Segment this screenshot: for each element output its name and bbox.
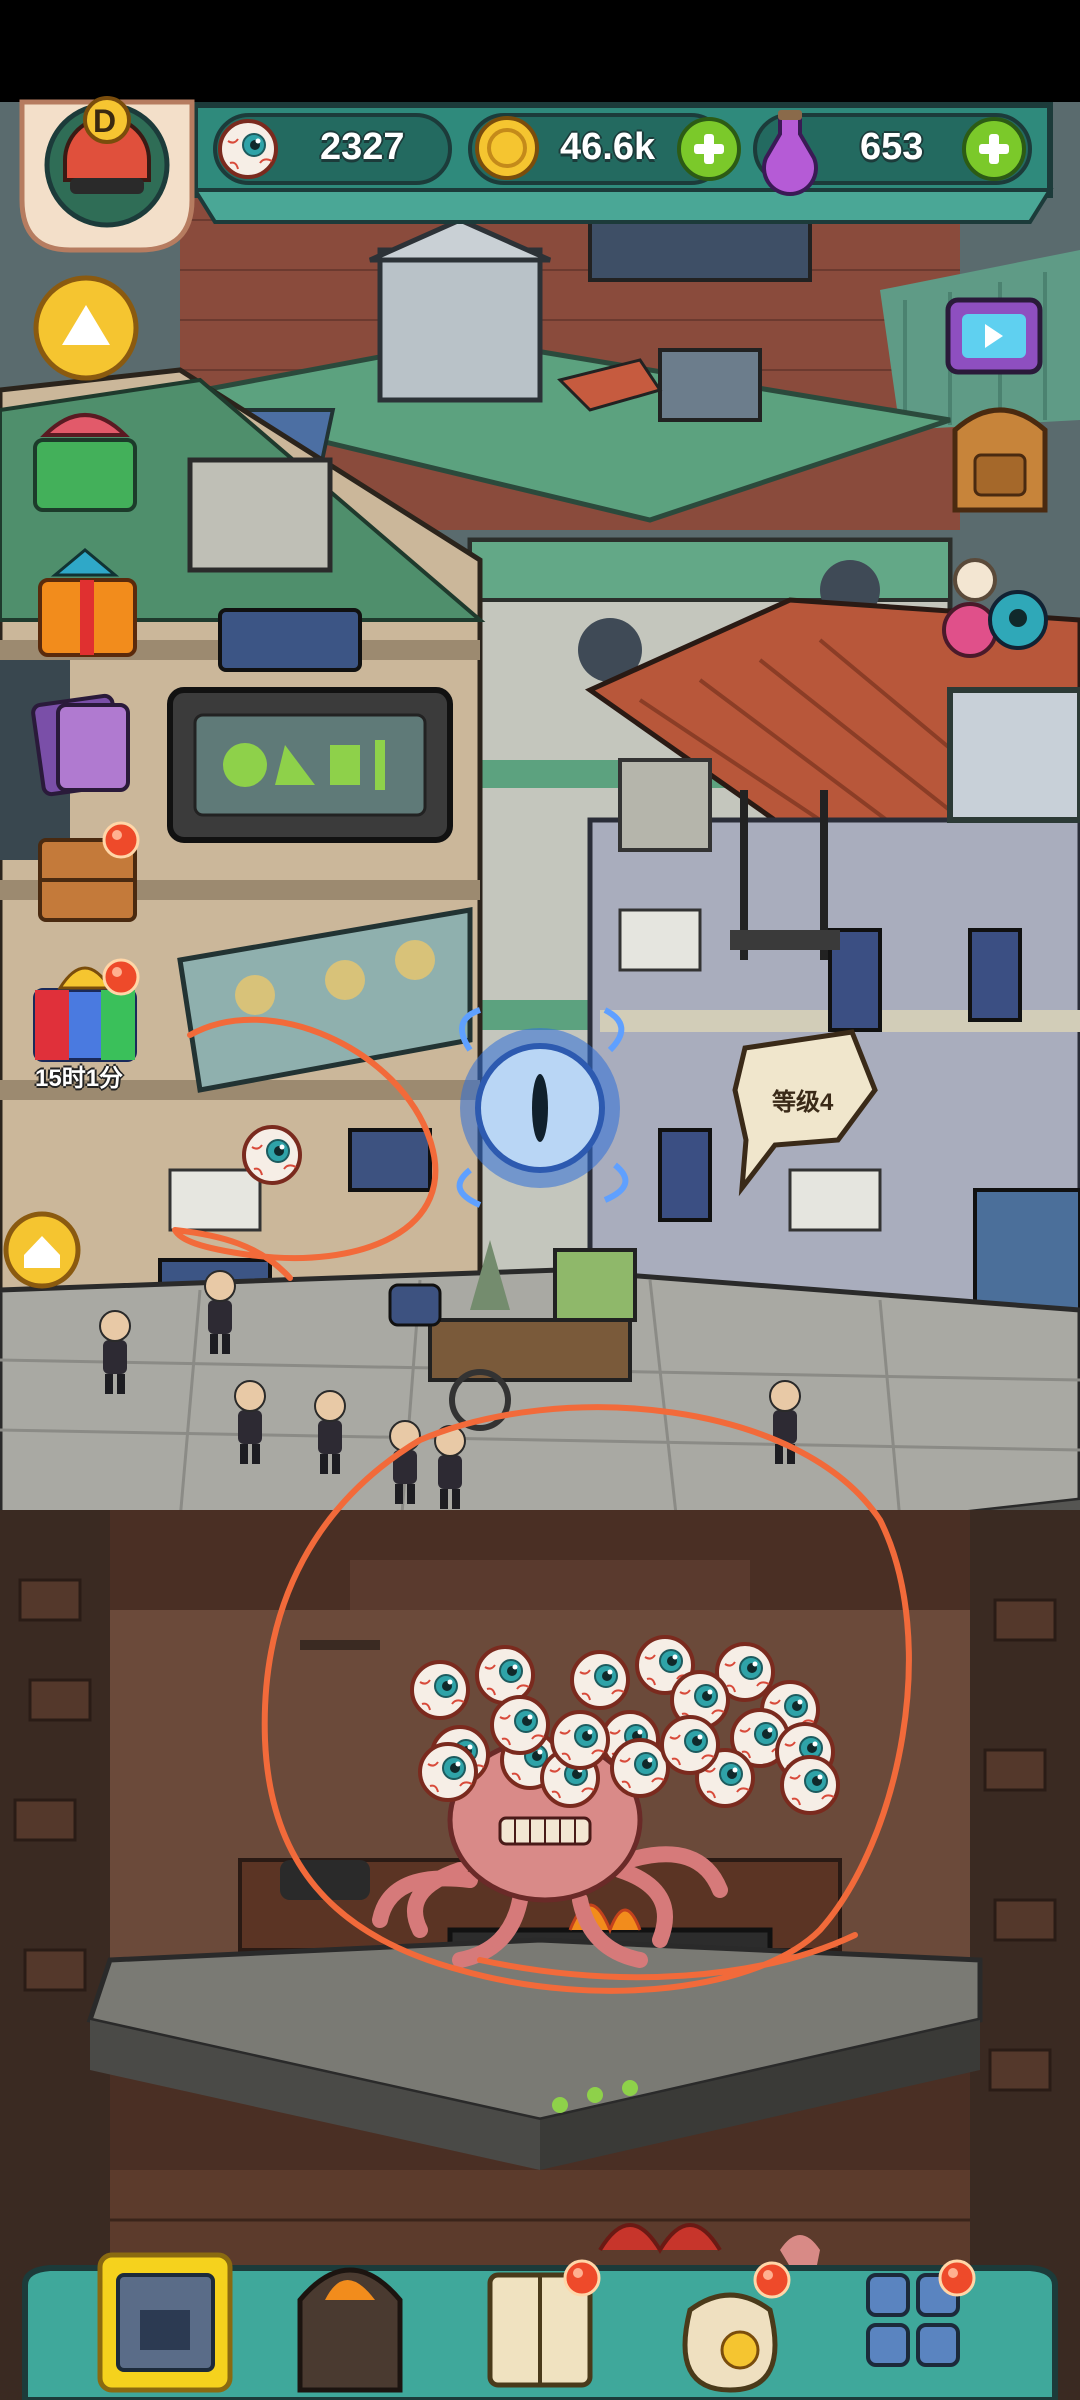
- backpack-button[interactable]: [945, 410, 1055, 520]
- nav-recipe-book-button[interactable]: [480, 2260, 605, 2395]
- hud-coin-icon: [475, 116, 539, 180]
- nav-money-bag-button[interactable]: [670, 2260, 795, 2395]
- nav-shop-button[interactable]: [100, 2255, 230, 2395]
- player-avatar-button[interactable]: [22, 102, 192, 250]
- eye-portal-button[interactable]: [460, 1028, 620, 1188]
- mystery-crate-button[interactable]: [35, 830, 145, 930]
- octopus-chef-station[interactable]: [360, 1630, 840, 1890]
- coin-count: 46.6k: [560, 126, 656, 168]
- treasure-gift-button[interactable]: [30, 420, 140, 520]
- hud-eyeball-icon: [218, 119, 278, 179]
- collapse-menu-button[interactable]: [36, 278, 136, 378]
- nav-grid-menu-button[interactable]: [855, 2260, 980, 2395]
- eyeball-count: 2327: [320, 126, 405, 168]
- recipe-cards-button[interactable]: [30, 690, 140, 800]
- add-coins-button[interactable]: [676, 116, 742, 182]
- tv-ad-button[interactable]: [940, 290, 1050, 385]
- game-scene: [0, 0, 1080, 2400]
- wall-eyeball-collectible[interactable]: [240, 1125, 304, 1189]
- add-potions-button[interactable]: [961, 116, 1027, 182]
- present-box-button[interactable]: [35, 540, 145, 660]
- home-button[interactable]: [6, 1214, 78, 1286]
- monster-eggs-button[interactable]: [935, 550, 1055, 660]
- nav-furnace-button[interactable]: [290, 2250, 415, 2395]
- level-label: 等级4: [772, 1089, 834, 1116]
- rainbow-gift-button[interactable]: [30, 960, 145, 1085]
- potion-count: 653: [860, 126, 924, 168]
